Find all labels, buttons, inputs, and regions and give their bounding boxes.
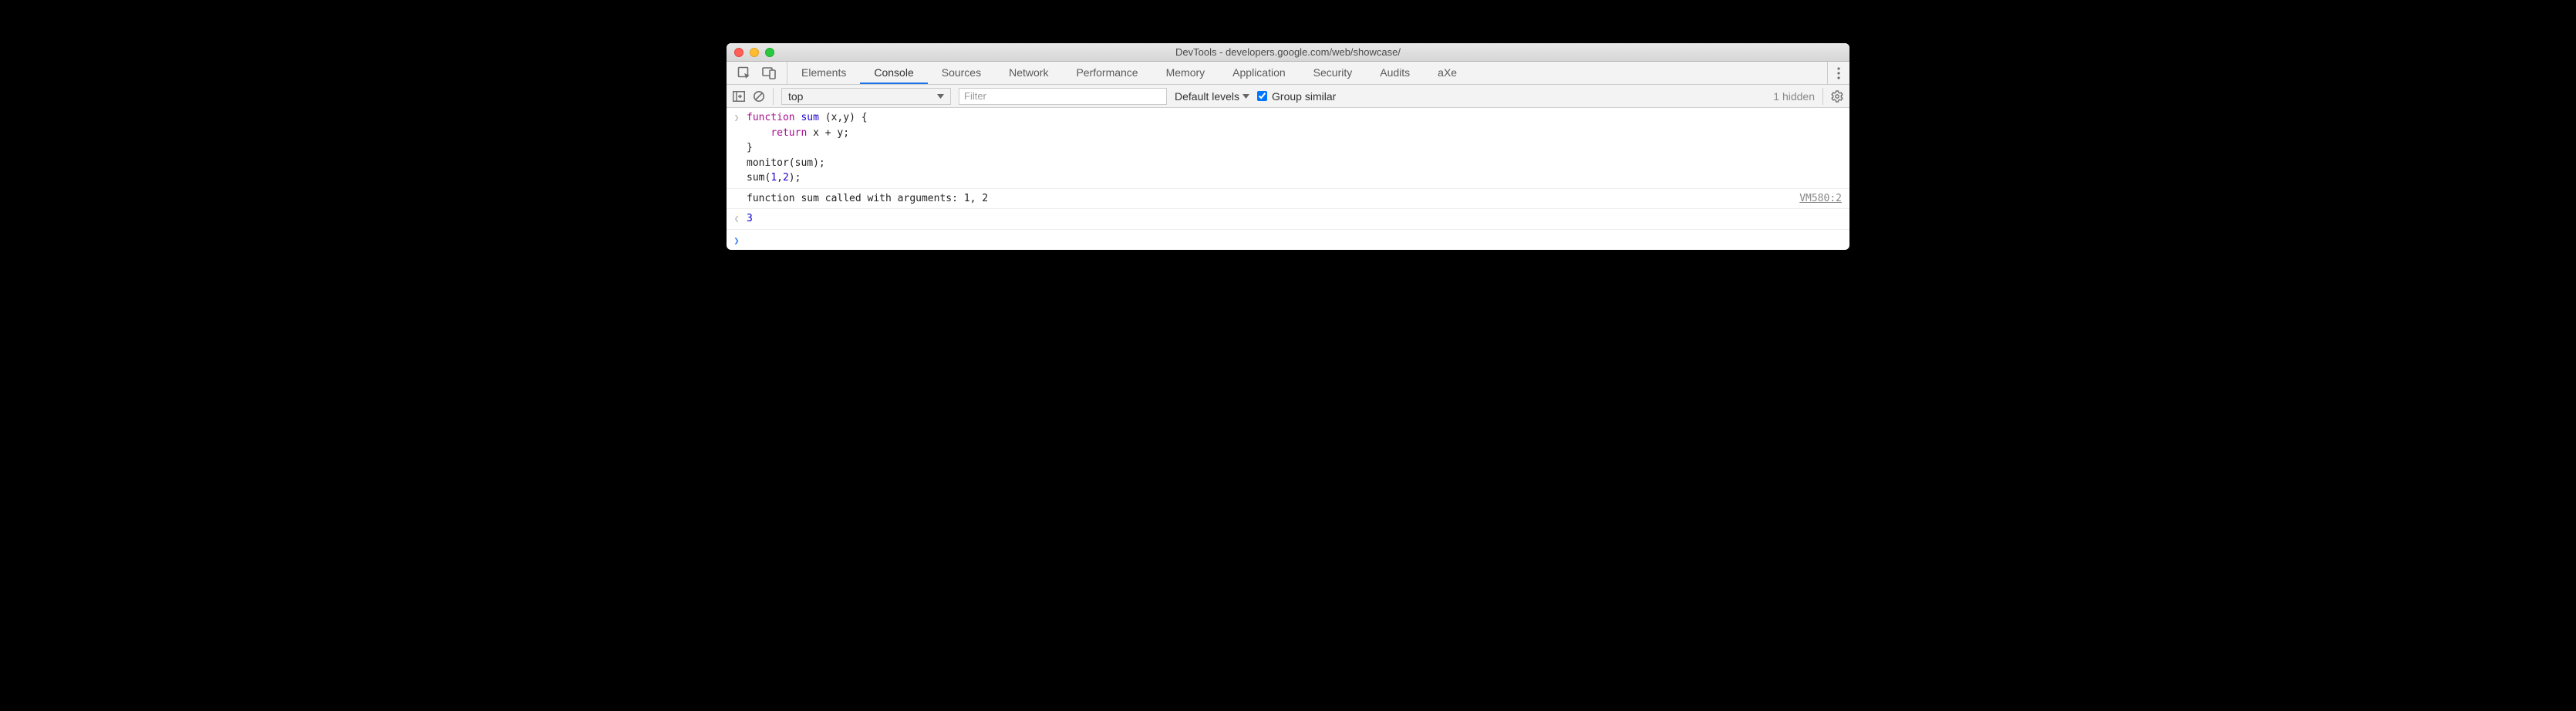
filter-input[interactable] xyxy=(959,88,1167,105)
log-source-link[interactable]: VM580:2 xyxy=(1799,191,1842,207)
console-input-code[interactable]: function sum (x,y) { return x + y; } mon… xyxy=(747,110,1849,186)
tab-network[interactable]: Network xyxy=(995,62,1062,84)
input-caret-icon: ❯ xyxy=(727,110,747,186)
console-input-row: ❯ function sum (x,y) { return x + y; } m… xyxy=(727,108,1849,189)
context-selector[interactable]: top xyxy=(781,88,951,105)
device-toolbar-icon[interactable] xyxy=(762,66,776,80)
tab-console[interactable]: Console xyxy=(860,62,927,84)
tab-elements[interactable]: Elements xyxy=(787,62,860,84)
more-menu-icon[interactable] xyxy=(1837,67,1840,79)
inspect-element-icon[interactable] xyxy=(737,66,751,80)
minimize-window-button[interactable] xyxy=(750,48,759,57)
zoom-window-button[interactable] xyxy=(765,48,774,57)
close-window-button[interactable] xyxy=(734,48,743,57)
chevron-down-icon xyxy=(1242,94,1249,99)
tab-axe[interactable]: aXe xyxy=(1424,62,1471,84)
clear-console-icon[interactable] xyxy=(753,90,765,103)
console-log-row: function sum called with arguments: 1, 2… xyxy=(727,189,1849,210)
group-similar-input[interactable] xyxy=(1257,91,1267,101)
log-levels-selector[interactable]: Default levels xyxy=(1175,90,1249,103)
traffic-lights xyxy=(727,48,774,57)
log-message: function sum called with arguments: 1, 2 xyxy=(747,191,1799,207)
toolbar-divider xyxy=(1822,88,1823,105)
result-value: 3 xyxy=(747,211,1849,227)
tab-security[interactable]: Security xyxy=(1300,62,1367,84)
window-title: DevTools - developers.google.com/web/sho… xyxy=(727,46,1849,58)
console-prompt-input[interactable] xyxy=(747,232,1849,248)
output-caret-icon: ❮ xyxy=(727,211,747,227)
tab-memory[interactable]: Memory xyxy=(1152,62,1219,84)
log-levels-label: Default levels xyxy=(1175,90,1239,103)
tab-performance[interactable]: Performance xyxy=(1062,62,1151,84)
console-settings-icon[interactable] xyxy=(1831,90,1843,103)
group-similar-checkbox[interactable]: Group similar xyxy=(1257,90,1336,103)
tabstrip-menu xyxy=(1827,62,1849,84)
toolbar-divider xyxy=(773,88,774,105)
tabstrip-tools xyxy=(727,62,787,84)
show-console-sidebar-icon[interactable] xyxy=(733,91,745,102)
chevron-down-icon xyxy=(937,94,944,99)
context-value: top xyxy=(788,90,803,103)
console-prompt-row[interactable]: ❯ xyxy=(727,230,1849,250)
hidden-messages-count[interactable]: 1 hidden xyxy=(1773,90,1815,103)
devtools-window: DevTools - developers.google.com/web/sho… xyxy=(727,43,1849,250)
tab-sources[interactable]: Sources xyxy=(928,62,995,84)
tab-application[interactable]: Application xyxy=(1219,62,1300,84)
panel-tabs: Elements Console Sources Network Perform… xyxy=(787,62,1827,84)
panel-tabstrip: Elements Console Sources Network Perform… xyxy=(727,62,1849,85)
titlebar: DevTools - developers.google.com/web/sho… xyxy=(727,43,1849,62)
prompt-caret-icon: ❯ xyxy=(727,232,747,248)
tab-audits[interactable]: Audits xyxy=(1366,62,1424,84)
group-similar-label: Group similar xyxy=(1272,90,1336,103)
console-body: ❯ function sum (x,y) { return x + y; } m… xyxy=(727,108,1849,250)
console-result-row: ❮ 3 xyxy=(727,209,1849,230)
console-toolbar: top Default levels Group similar 1 hidde… xyxy=(727,85,1849,108)
